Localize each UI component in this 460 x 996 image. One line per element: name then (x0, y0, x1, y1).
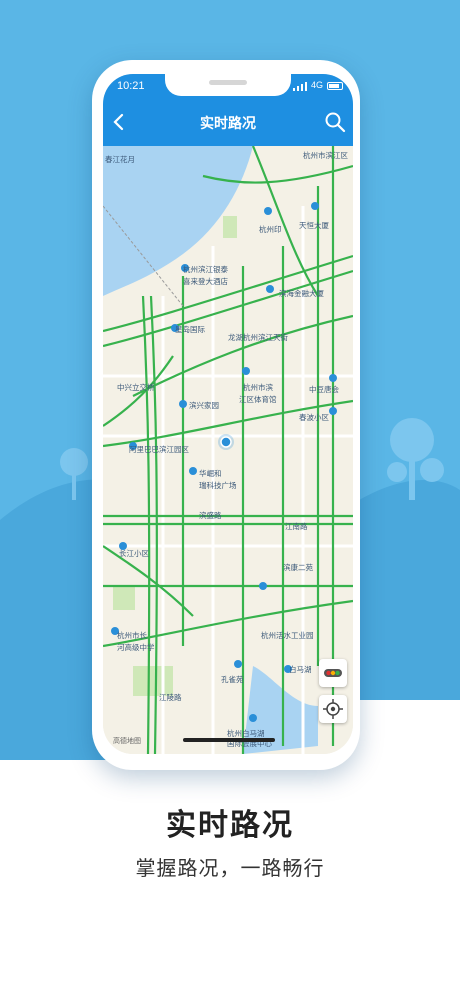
traffic-toggle-button[interactable] (319, 659, 347, 687)
map-label: 杭州市滨 (243, 382, 273, 392)
map-label: 喜来登大酒店 (183, 276, 228, 286)
map-label: 长江小区 (119, 548, 149, 558)
map-label: 孔雀苑 (221, 674, 244, 684)
network-type: 4G (310, 80, 323, 90)
map-label: 杭州活水工业园 (261, 630, 314, 640)
map-label: 白马湖 (289, 664, 312, 674)
home-indicator[interactable] (183, 738, 275, 742)
map-label: 中豆唐会 (309, 384, 339, 394)
search-icon[interactable] (323, 110, 347, 134)
map-label: 杭州白马湖 (227, 728, 265, 738)
caption-subtitle: 掌握路况，一路畅行 (135, 856, 325, 880)
traffic-map[interactable]: 杭州市滨江区 春江花月 杭州印 天恒大厦 滨海金融大厦 杭州滨江银泰 喜来登大酒… (103, 146, 353, 754)
map-label: 星岛国际 (175, 324, 205, 334)
locate-button[interactable] (319, 695, 347, 723)
map-label: 中兴立交桥 (117, 382, 155, 392)
locate-icon (323, 699, 343, 719)
map-label: 春江花月 (105, 154, 135, 164)
caption-title: 实时路况 (166, 808, 294, 843)
map-label: 杭州印 (259, 224, 282, 234)
map-label: 瑞科技广场 (199, 480, 237, 490)
traffic-light-icon (324, 669, 342, 677)
map-label: 江陵路 (159, 692, 182, 702)
map-label: 华崛和 (199, 468, 222, 478)
map-label: 江南路 (285, 521, 308, 531)
map-label: 滨海金融大厦 (279, 288, 324, 298)
map-label: 阿里巴巴滨江园区 (129, 444, 189, 454)
phone-screen: 10:21 4G 实时路况 杭州市滨江区 春江花月 杭州印 天恒大厦 滨海金融大… (103, 74, 353, 754)
map-label: 龙湖杭州滨江天街 (228, 332, 288, 342)
map-label: 滨盛路 (199, 510, 222, 520)
map-label: 天恒大厦 (299, 220, 329, 230)
notch (165, 74, 291, 96)
page-title: 实时路况 (200, 116, 256, 132)
map-label: 河高级中学 (117, 642, 155, 652)
map-label: 春波小区 (299, 412, 329, 422)
map-attribution: 高德地图 (113, 737, 141, 745)
map-label: 杭州市长 (117, 630, 147, 640)
current-location-dot (220, 436, 232, 448)
map-label: 江区体育馆 (239, 394, 277, 404)
map-label: 杭州市滨江区 (303, 150, 348, 160)
status-bar: 10:21 4G (103, 74, 353, 100)
signal-icon (293, 82, 307, 91)
speaker (209, 80, 247, 85)
map-label: 杭州滨江银泰 (183, 264, 228, 274)
nav-bar: 实时路况 (103, 100, 353, 146)
map-label: 滨兴家园 (189, 400, 219, 410)
status-time: 10:21 (117, 80, 145, 92)
map-label: 滨康二苑 (283, 562, 313, 572)
battery-icon (327, 82, 343, 90)
